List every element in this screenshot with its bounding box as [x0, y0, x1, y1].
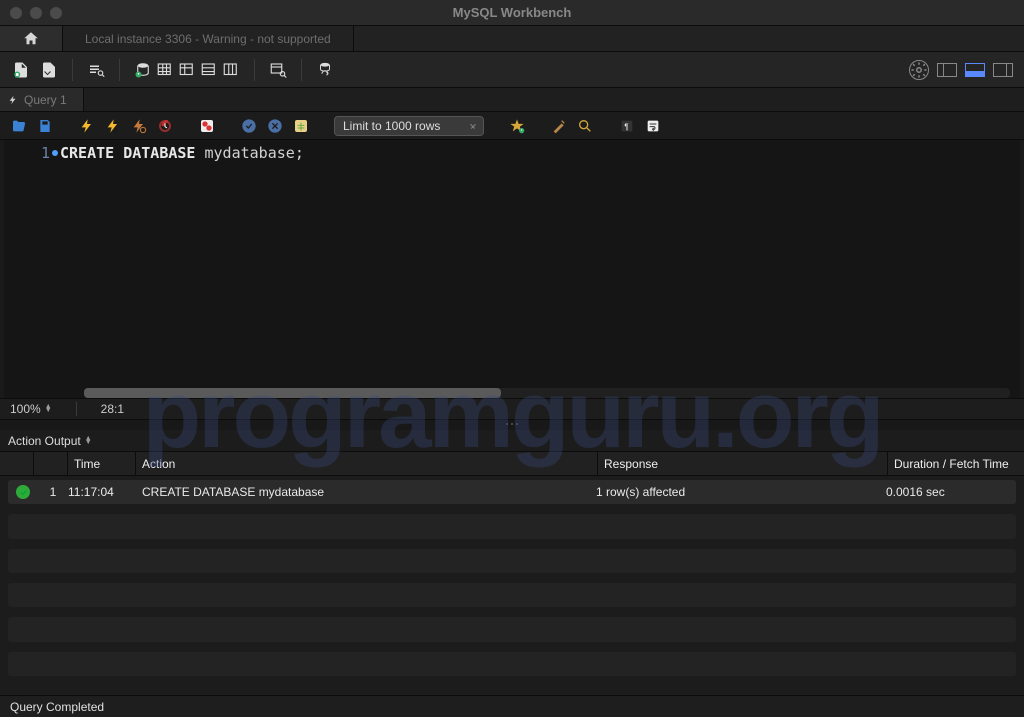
success-icon [16, 485, 30, 499]
statement-marker-icon [52, 150, 58, 156]
connection-tab[interactable]: Local instance 3306 - Warning - not supp… [63, 26, 354, 51]
open-sql-file-icon[interactable] [38, 59, 60, 81]
commit-icon[interactable] [240, 117, 258, 135]
col-time[interactable]: Time [68, 452, 136, 475]
sql-editor[interactable]: 1 CREATE DATABASE mydatabase; [0, 140, 1024, 398]
grip-icon [506, 423, 518, 427]
stop-icon[interactable] [156, 117, 174, 135]
query-tab[interactable]: Query 1 [0, 88, 84, 111]
status-text: Query Completed [10, 700, 104, 714]
col-response[interactable]: Response [598, 452, 888, 475]
line-number: 1 [41, 144, 50, 162]
save-file-icon[interactable] [36, 117, 54, 135]
explain-icon[interactable] [130, 117, 148, 135]
editor-toolbar: I Limit to 1000 rows ¶ [0, 112, 1024, 140]
col-duration[interactable]: Duration / Fetch Time [888, 452, 1024, 475]
execute-icon[interactable] [78, 117, 96, 135]
output-row-blank [8, 652, 1016, 676]
settings-icon[interactable] [908, 59, 930, 81]
titlebar: MySQL Workbench [0, 0, 1024, 26]
output-mode-dropdown[interactable]: Action Output ▲▼ [8, 434, 92, 448]
editor-footer: 100% ▲▼ 28:1 [0, 398, 1024, 420]
chevron-updown-icon: ▲▼ [85, 437, 92, 445]
wrap-icon[interactable] [644, 117, 662, 135]
beautify-icon[interactable] [550, 117, 568, 135]
duration-cell: 0.0016 sec [880, 485, 1016, 499]
search-table-data-icon[interactable] [267, 59, 289, 81]
inspector-icon[interactable] [85, 59, 107, 81]
cursor-position: 28:1 [101, 402, 124, 416]
status-cell [8, 485, 38, 499]
editor-horizontal-scrollbar[interactable] [84, 388, 1010, 398]
rollback-icon[interactable] [266, 117, 284, 135]
col-action[interactable]: Action [136, 452, 598, 475]
window-tabs: Local instance 3306 - Warning - not supp… [0, 26, 1024, 52]
stop-on-error-icon[interactable] [198, 117, 216, 135]
time-cell: 11:17:04 [68, 485, 136, 499]
sql-keyword: DATABASE [123, 144, 195, 162]
new-sql-tab-icon[interactable] [10, 59, 32, 81]
editor-gutter: 1 [4, 140, 60, 398]
execute-current-icon[interactable]: I [104, 117, 122, 135]
footer-separator [76, 402, 77, 416]
output-mode-label: Action Output [8, 434, 81, 448]
home-icon [22, 30, 40, 48]
col-index[interactable] [34, 452, 68, 475]
create-table-icon[interactable] [154, 59, 176, 81]
chevron-updown-icon: ▲▼ [45, 405, 52, 413]
svg-text:¶: ¶ [624, 122, 628, 131]
zoom-dropdown[interactable]: 100% ▲▼ [10, 402, 52, 416]
invisible-chars-icon[interactable]: ¶ [618, 117, 636, 135]
lightning-icon [8, 94, 18, 106]
panel-toggle-bottom-icon[interactable] [964, 59, 986, 81]
create-procedure-icon[interactable] [198, 59, 220, 81]
create-view-icon[interactable] [176, 59, 198, 81]
editor-code[interactable]: CREATE DATABASE mydatabase; [60, 140, 304, 398]
favorite-icon[interactable] [508, 117, 526, 135]
action-cell: CREATE DATABASE mydatabase [136, 485, 590, 499]
home-tab[interactable] [0, 26, 63, 51]
output-row-blank [8, 617, 1016, 641]
query-tab-label: Query 1 [24, 93, 67, 107]
output-row-blank [8, 514, 1016, 538]
toolbar-separator [72, 59, 73, 81]
scrollbar-thumb[interactable] [84, 388, 501, 398]
output-body: 1 11:17:04 CREATE DATABASE mydatabase 1 … [0, 476, 1024, 676]
statusbar: Query Completed [0, 695, 1024, 717]
create-function-icon[interactable] [220, 59, 242, 81]
toolbar-separator [119, 59, 120, 81]
find-icon[interactable] [576, 117, 594, 135]
main-toolbar [0, 52, 1024, 88]
connection-tab-label: Local instance 3306 - Warning - not supp… [85, 32, 331, 46]
sql-keyword: CREATE [60, 144, 114, 162]
sql-punct: ; [295, 144, 304, 162]
panel-toggle-right-icon[interactable] [992, 59, 1014, 81]
panel-toggle-left-icon[interactable] [936, 59, 958, 81]
output-row-blank [8, 583, 1016, 607]
pane-splitter[interactable] [0, 420, 1024, 430]
output-table-header: Time Action Response Duration / Fetch Ti… [0, 452, 1024, 476]
response-cell: 1 row(s) affected [590, 485, 880, 499]
output-row-blank [8, 549, 1016, 573]
sql-identifier: mydatabase [205, 144, 295, 162]
limit-rows-dropdown[interactable]: Limit to 1000 rows [334, 116, 484, 136]
window-title: MySQL Workbench [0, 5, 1024, 20]
open-file-icon[interactable] [10, 117, 28, 135]
create-schema-icon[interactable] [132, 59, 154, 81]
reconnect-icon[interactable] [314, 59, 336, 81]
svg-text:I: I [115, 127, 117, 133]
limit-rows-label: Limit to 1000 rows [343, 119, 440, 133]
zoom-value: 100% [10, 402, 41, 416]
col-status[interactable] [0, 452, 34, 475]
query-tabs: Query 1 [0, 88, 1024, 112]
index-cell: 1 [38, 485, 68, 499]
autocommit-icon[interactable] [292, 117, 310, 135]
output-row[interactable]: 1 11:17:04 CREATE DATABASE mydatabase 1 … [8, 480, 1016, 504]
toolbar-separator [254, 59, 255, 81]
toolbar-separator [301, 59, 302, 81]
output-header: Action Output ▲▼ [0, 430, 1024, 452]
